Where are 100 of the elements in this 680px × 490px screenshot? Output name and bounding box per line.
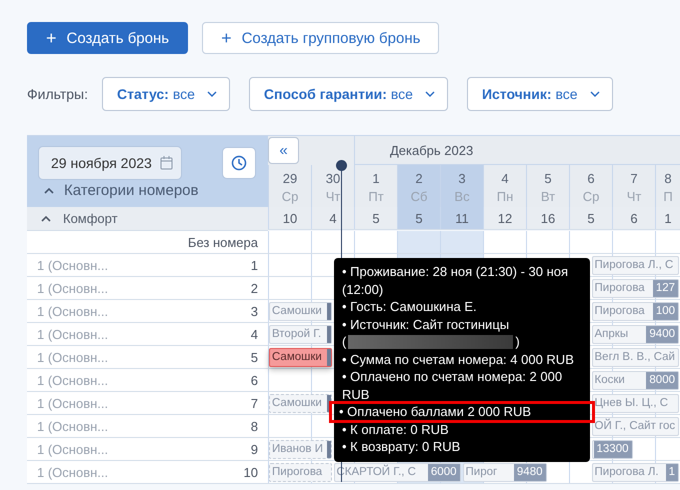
room-type: 1 (Основн...	[37, 350, 108, 364]
booking-bar[interactable]: Пирог 9480	[462, 462, 546, 482]
day-header: 2 Сб	[397, 165, 440, 207]
booking-bar[interactable]: Самошки	[269, 394, 332, 412]
checkout-marker-icon	[326, 394, 330, 412]
caret-icon[interactable]	[44, 188, 54, 194]
room-number: 5	[250, 350, 258, 364]
day-count: 6	[612, 207, 655, 229]
day-count: 10	[268, 207, 311, 229]
tooltip-text: • К оплате: 0 RUB	[342, 420, 449, 438]
day-count: 5	[354, 207, 397, 229]
room-type: 1 (Основн...	[37, 442, 108, 456]
room-type: 1 (Основн...	[37, 304, 108, 318]
price-tag: 100	[652, 302, 678, 320]
day-count: 1	[655, 207, 680, 229]
day-count: 5	[397, 207, 440, 229]
room-number: 8	[250, 418, 258, 434]
filters-label: Фильтры:	[27, 86, 88, 102]
room-number: 6	[250, 372, 258, 388]
day-count: 12	[483, 207, 526, 229]
booking-bar[interactable]: Пирогова 127	[592, 278, 679, 298]
day-count: 16	[526, 207, 569, 229]
filter-dropdown[interactable]: Источник: все	[466, 77, 613, 111]
booking-bar[interactable]: Самошки	[269, 348, 332, 366]
checkout-marker-icon	[326, 326, 330, 342]
price-tag: 1	[666, 464, 678, 480]
tooltip-text: • Источник: Сайт гостиницы	[342, 316, 510, 333]
booking-bar[interactable]: Пирогова	[269, 462, 332, 482]
guest-name: Пирогова	[594, 305, 645, 317]
booking-bar[interactable]: Иванов И	[269, 440, 332, 458]
filter-dropdown[interactable]: Способ гарантии: все	[248, 77, 448, 111]
guest-name: Коски	[594, 374, 625, 386]
guest-name: ОЙ Г., Сайт гос	[594, 420, 676, 432]
checkout-marker-icon	[326, 348, 330, 366]
room-type: 1 (Основн...	[37, 418, 108, 434]
clock-button[interactable]	[222, 147, 256, 179]
price-tag: 9400	[646, 326, 678, 342]
room-type: 1 (Основн...	[37, 258, 108, 272]
caret-icon[interactable]	[41, 216, 51, 222]
clock-icon	[231, 155, 247, 171]
booking-bar[interactable]: Второй Г.	[269, 324, 332, 344]
room-number: 9	[250, 442, 258, 456]
booking-bar[interactable]: Цнев Ы. Ц., С	[592, 394, 679, 412]
day-count: 5	[569, 207, 612, 229]
guest-name: Самошки	[271, 397, 322, 409]
room-number: 2	[250, 280, 258, 296]
tooltip-text: • Оплачено по счетам номера: 2 000 RUB	[342, 368, 564, 403]
guest-name: Пирогова Л., С	[594, 259, 674, 271]
guest-name: Самошки	[271, 305, 322, 317]
guest-name: Пирогова	[594, 282, 645, 294]
create-booking-button[interactable]: + Создать бронь	[27, 22, 188, 54]
price-tag: 127	[652, 280, 678, 296]
checkout-marker-icon	[326, 302, 330, 320]
chevron-down-icon	[424, 91, 435, 97]
calendar-icon	[160, 156, 173, 170]
booking-bar[interactable]: Коски 8000	[592, 370, 679, 390]
room-type: 1 (Основн...	[37, 396, 108, 410]
filter-dropdown[interactable]: Статус: все	[102, 77, 230, 111]
room-number: 10	[244, 464, 258, 480]
tooltip-text: • Проживание: 28 ноя (21:30) - 30 ноя (12:00)	[342, 263, 570, 298]
tooltip-text: • Гость: Самошкина Е.	[342, 298, 477, 316]
guest-name: Второй Г.	[271, 328, 322, 340]
guest-name: Пирогова Л.	[594, 466, 659, 478]
booking-bar[interactable]: Апркы 9400	[592, 324, 679, 344]
room-number: 7	[250, 396, 258, 410]
checkout-marker-icon	[326, 440, 330, 458]
tooltip-text: (	[342, 333, 346, 350]
room-number: 3	[250, 304, 258, 318]
day-header: 3 Вс	[440, 165, 483, 207]
price-tag: 6000	[428, 464, 460, 480]
tooltip-text: • Сумма по счетам номера: 4 000 RUB	[342, 350, 574, 368]
price-tag: 8000	[646, 372, 678, 388]
tooltip-text: )	[515, 333, 520, 350]
room-number: 1	[250, 258, 258, 272]
booking-bar[interactable]: ОЙ Г., Сайт гос	[592, 416, 679, 436]
date-field[interactable]: 29 ноября 2023	[38, 146, 182, 180]
day-count: 4	[311, 207, 354, 229]
booking-bar[interactable]: Вегл В. В., Сай	[592, 348, 679, 366]
tooltip-text: • К возврату: 0 RUB	[342, 438, 460, 456]
booking-bar[interactable]: Самошки	[269, 302, 332, 320]
guest-name: Пирогова	[271, 466, 322, 478]
chevron-down-icon	[590, 91, 600, 97]
guest-name: Иванов И	[271, 443, 323, 455]
create-group-booking-button[interactable]: + Создать групповую бронь	[202, 22, 440, 54]
back-button[interactable]: «	[268, 137, 299, 164]
booking-bar[interactable]: Пирогова Л. 1	[592, 462, 679, 482]
booking-bar[interactable]: Пирогова Л., С	[592, 256, 679, 274]
tooltip-text: • Оплачено баллами 2 000 RUB	[339, 403, 532, 420]
room-number: 4	[250, 326, 258, 342]
room-type: 1 (Основн...	[37, 280, 108, 296]
guest-name: Вегл В. В., Сай	[594, 351, 675, 363]
booking-bar[interactable]: Пирогова 100	[592, 302, 679, 320]
unassigned-label: Без номера	[188, 234, 258, 250]
room-type: 1 (Основн...	[37, 372, 108, 388]
guest-name: Пирог	[464, 466, 498, 478]
guest-name: Цнев Ы. Ц., С	[594, 397, 668, 409]
guest-name: Самошки	[271, 351, 322, 363]
guest-name: Апркы	[594, 328, 628, 340]
group-name: Комфорт	[63, 211, 118, 226]
price-tag: 9480	[514, 464, 546, 480]
